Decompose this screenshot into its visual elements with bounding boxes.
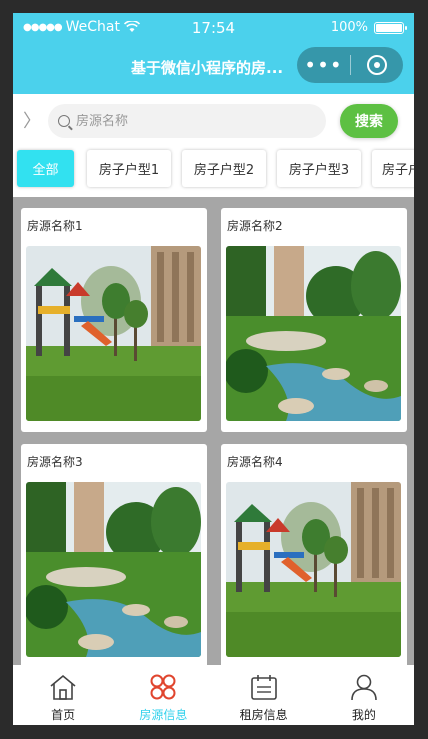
filter-tabs: 全部 房子户型1 房子户型2 房子户型3 房子户型4 [13, 147, 414, 197]
listing-card[interactable]: 房源名称4 [221, 444, 407, 668]
tab-profile[interactable]: 我的 [314, 665, 414, 725]
listing-photo[interactable] [226, 482, 401, 657]
tab-type-1[interactable]: 房子户型1 [87, 150, 171, 187]
listing-photo[interactable] [226, 246, 401, 421]
mini-program-capsule: ••• [297, 47, 403, 83]
close-program-button[interactable] [351, 55, 403, 75]
home-icon [50, 674, 76, 700]
battery-icon [374, 21, 407, 34]
search-bar: 〉 搜索 [13, 94, 414, 147]
search-box[interactable] [48, 104, 326, 138]
battery-status: 100% [330, 20, 407, 35]
listing-card[interactable]: 房源名称1 [21, 208, 207, 432]
listing-name: 房源名称1 [27, 219, 83, 233]
nav-bar: 基于微信小程序的房... ••• [13, 43, 414, 94]
tab-type-4[interactable]: 房子户型4 [372, 150, 414, 187]
bottom-tab-bar: 首页 房源信息 租房信息 我的 [13, 665, 414, 725]
tab-listings[interactable]: 房源信息 [113, 665, 213, 725]
tab-rentals[interactable]: 租房信息 [214, 665, 314, 725]
tab-home-label: 首页 [51, 708, 76, 722]
search-icon [58, 115, 70, 127]
calendar-icon [250, 675, 277, 700]
status-bar: ●●●●● WeChat 17:54 100% [13, 13, 414, 43]
tab-all[interactable]: 全部 [17, 150, 74, 187]
chevron-right-icon[interactable]: 〉 [23, 107, 41, 133]
grid-icon [150, 674, 176, 700]
listing-name: 房源名称3 [27, 455, 83, 469]
tab-rentals-label: 租房信息 [239, 708, 288, 722]
battery-percent: 100% [330, 20, 368, 35]
listing-name: 房源名称4 [227, 455, 283, 469]
listing-photo[interactable] [26, 482, 201, 657]
search-input[interactable] [76, 113, 296, 129]
tab-listings-label: 房源信息 [139, 708, 188, 722]
tab-type-3[interactable]: 房子户型3 [277, 150, 361, 187]
search-button[interactable]: 搜索 [340, 104, 398, 138]
target-icon [367, 55, 387, 75]
tab-profile-label: 我的 [351, 708, 376, 722]
more-menu-button[interactable]: ••• [297, 47, 350, 83]
listing-card[interactable]: 房源名称3 [21, 444, 207, 668]
phone-screen: ●●●●● WeChat 17:54 100% 基于微信小程序的房... •••… [13, 13, 414, 725]
listing-photo[interactable] [26, 246, 201, 421]
tab-home[interactable]: 首页 [13, 665, 113, 725]
user-icon [351, 674, 377, 701]
tab-type-2[interactable]: 房子户型2 [182, 150, 266, 187]
listing-card[interactable]: 房源名称2 [221, 208, 407, 432]
page-title: 基于微信小程序的房... [131, 59, 284, 77]
listing-name: 房源名称2 [227, 219, 283, 233]
